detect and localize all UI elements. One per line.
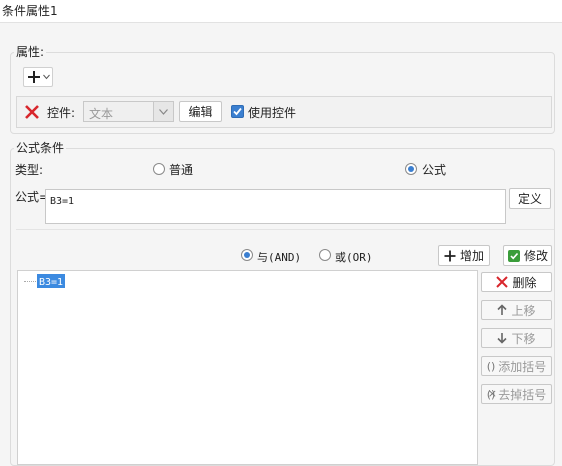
chevron-down-icon	[159, 108, 168, 115]
formula-condition-legend: 公式条件	[14, 139, 67, 156]
type-formula-radio[interactable]	[405, 163, 417, 175]
arrow-down-icon	[497, 333, 508, 344]
plus-icon	[27, 71, 40, 83]
delete-button[interactable]: 删除	[481, 272, 552, 292]
dialog-title-bar: 条件属性1	[0, 0, 562, 23]
add-condition-button[interactable]: 增加	[438, 245, 490, 266]
arrow-up-icon	[497, 304, 508, 315]
tree-guide-line	[24, 281, 36, 282]
control-label: 控件:	[47, 106, 76, 120]
dialog-title: 条件属性1	[2, 4, 58, 18]
control-type-value: 文本	[89, 107, 114, 121]
formula-label: 公式=	[15, 190, 50, 204]
logic-or-label: 或(OR)	[335, 251, 373, 264]
type-normal-radio[interactable]	[153, 163, 165, 175]
formula-input-value: B3=1	[50, 196, 75, 207]
remove-brackets-button[interactable]: () × 去掉括号	[481, 384, 552, 404]
move-down-button[interactable]: 下移	[481, 328, 552, 348]
chevron-down-icon	[42, 74, 50, 80]
divider	[16, 229, 554, 230]
modify-condition-label: 修改	[523, 249, 548, 263]
type-label: 类型:	[15, 163, 44, 177]
formula-input[interactable]: B3=1	[45, 189, 506, 224]
select-arrow-button[interactable]	[153, 102, 173, 121]
add-control-dropdown-button[interactable]	[23, 67, 53, 87]
edit-button[interactable]: 编辑	[179, 101, 222, 122]
condition-list[interactable]: B3=1	[17, 270, 478, 465]
move-down-label: 下移	[511, 331, 536, 346]
condition-item-text: B3=1	[39, 277, 64, 288]
remove-control-icon[interactable]	[24, 104, 40, 120]
modify-icon	[507, 249, 520, 262]
condition-list-item[interactable]: B3=1	[37, 274, 66, 288]
brackets-icon: ()	[486, 359, 496, 373]
use-control-checkbox[interactable]	[231, 105, 244, 118]
add-brackets-label: 添加括号	[498, 359, 547, 374]
logic-and-radio[interactable]	[241, 249, 253, 261]
move-up-button[interactable]: 上移	[481, 300, 552, 320]
use-control-label: 使用控件	[248, 106, 297, 120]
delete-label: 删除	[512, 275, 537, 290]
add-condition-label: 增加	[459, 249, 484, 263]
modify-condition-button[interactable]: 修改	[503, 245, 552, 266]
move-up-label: 上移	[511, 303, 536, 318]
logic-or-radio[interactable]	[319, 249, 331, 261]
remove-brackets-icon: () ×	[486, 386, 497, 401]
add-brackets-button[interactable]: () 添加括号	[481, 356, 552, 376]
control-type-select[interactable]: 文本	[83, 101, 174, 122]
remove-brackets-label: 去掉括号	[498, 387, 547, 402]
delete-x-icon	[496, 276, 509, 288]
define-button[interactable]: 定义	[509, 188, 551, 209]
plus-icon	[444, 250, 456, 261]
checkmark-icon	[233, 107, 242, 116]
type-normal-label: 普通	[169, 163, 194, 177]
properties-legend: 属性:	[14, 43, 47, 60]
type-formula-label: 公式	[422, 163, 447, 177]
logic-and-label: 与(AND)	[257, 251, 302, 264]
